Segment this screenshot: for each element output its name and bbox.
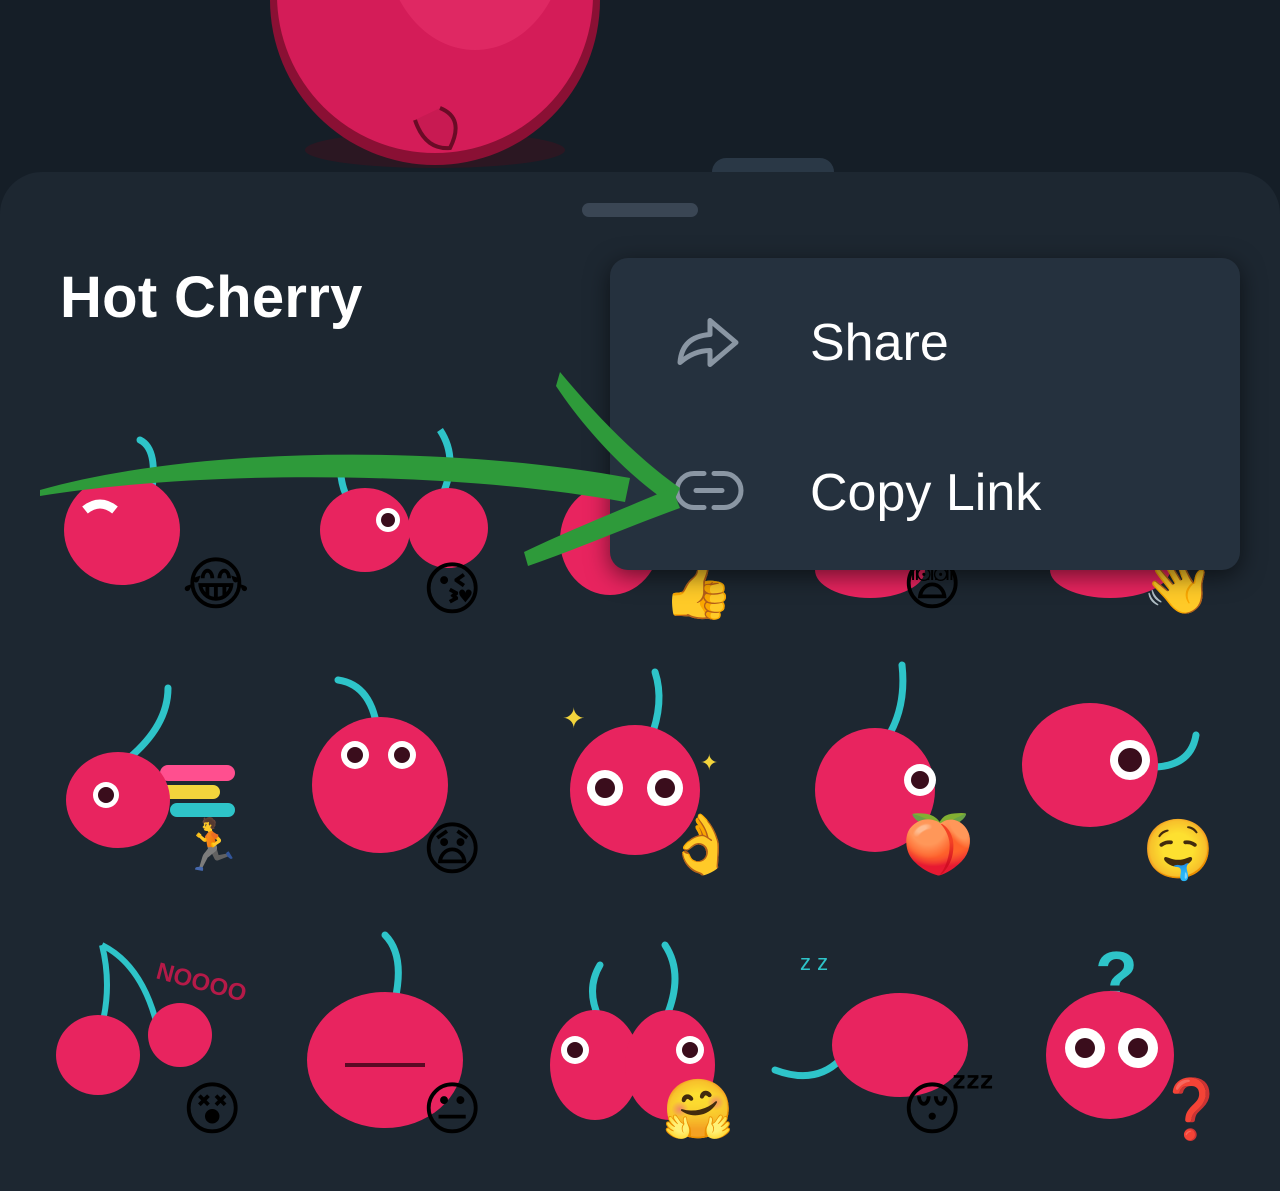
svg-text:✦: ✦ xyxy=(562,703,585,734)
sticker-emoji: 🍑 xyxy=(902,810,975,878)
sticker-emoji: 🏃 xyxy=(180,816,243,874)
sticker[interactable]: ✦ ✦ 👌 xyxy=(540,660,770,890)
background-sticker xyxy=(270,0,600,168)
svg-text:✦: ✦ xyxy=(700,750,718,775)
cherry-sticker-icon xyxy=(1022,703,1200,827)
sticker[interactable]: z z 😴 xyxy=(770,930,1000,1160)
sticker-emoji: 😴 xyxy=(902,1075,996,1143)
sticker-emoji: 😵 xyxy=(182,1075,243,1143)
share-icon xyxy=(674,311,744,376)
menu-item-label: Share xyxy=(810,314,949,372)
sticker[interactable]: 😂 xyxy=(40,400,270,630)
cherry-sticker-icon xyxy=(312,676,448,853)
sticker-emoji: 😐 xyxy=(422,1075,483,1143)
sticker[interactable]: NOOOO 😵 xyxy=(40,930,270,1160)
sticker-emoji: 😘 xyxy=(422,555,483,623)
sticker-emoji: 🤤 xyxy=(1142,815,1215,883)
cherry-sticker-icon xyxy=(550,941,715,1120)
cherry-sticker-icon xyxy=(307,931,463,1128)
menu-item-copy-link[interactable]: Copy Link xyxy=(610,418,1240,568)
context-menu: Share Copy Link xyxy=(610,258,1240,570)
sheet-title: Hot Cherry xyxy=(60,265,363,330)
sticker-emoji: 👌 xyxy=(665,810,738,878)
svg-text:z z: z z xyxy=(800,950,828,975)
menu-item-label: Copy Link xyxy=(810,464,1042,522)
sticker-emoji: ❓ xyxy=(1155,1075,1228,1143)
sticker[interactable]: 🏃 xyxy=(40,660,270,890)
sticker[interactable]: 🍑 xyxy=(790,660,1020,890)
sheet-grabber[interactable] xyxy=(582,203,698,217)
menu-item-share[interactable]: Share xyxy=(610,268,1240,418)
svg-text:NOOOO: NOOOO xyxy=(153,958,249,1008)
link-icon xyxy=(674,466,744,521)
screen: Hot Cherry 😂 😘 👍 😨 👋 🏃 😧 ✦ ✦ 👌 🍑 🤤 NOOOO… xyxy=(0,0,1280,1191)
sticker[interactable]: ? ❓ xyxy=(1030,930,1260,1160)
sticker-emoji: 🤗 xyxy=(662,1075,735,1143)
sticker[interactable]: 😐 xyxy=(290,930,520,1160)
sticker[interactable]: 😘 xyxy=(290,400,520,630)
sticker-emoji: 😧 xyxy=(422,815,483,883)
sticker[interactable]: 🤤 xyxy=(1020,660,1250,890)
sticker[interactable]: 🤗 xyxy=(540,930,770,1160)
sticker[interactable]: 😧 xyxy=(290,660,520,890)
cherry-sticker-icon xyxy=(320,428,488,572)
sticker-emoji: 😂 xyxy=(182,550,250,618)
